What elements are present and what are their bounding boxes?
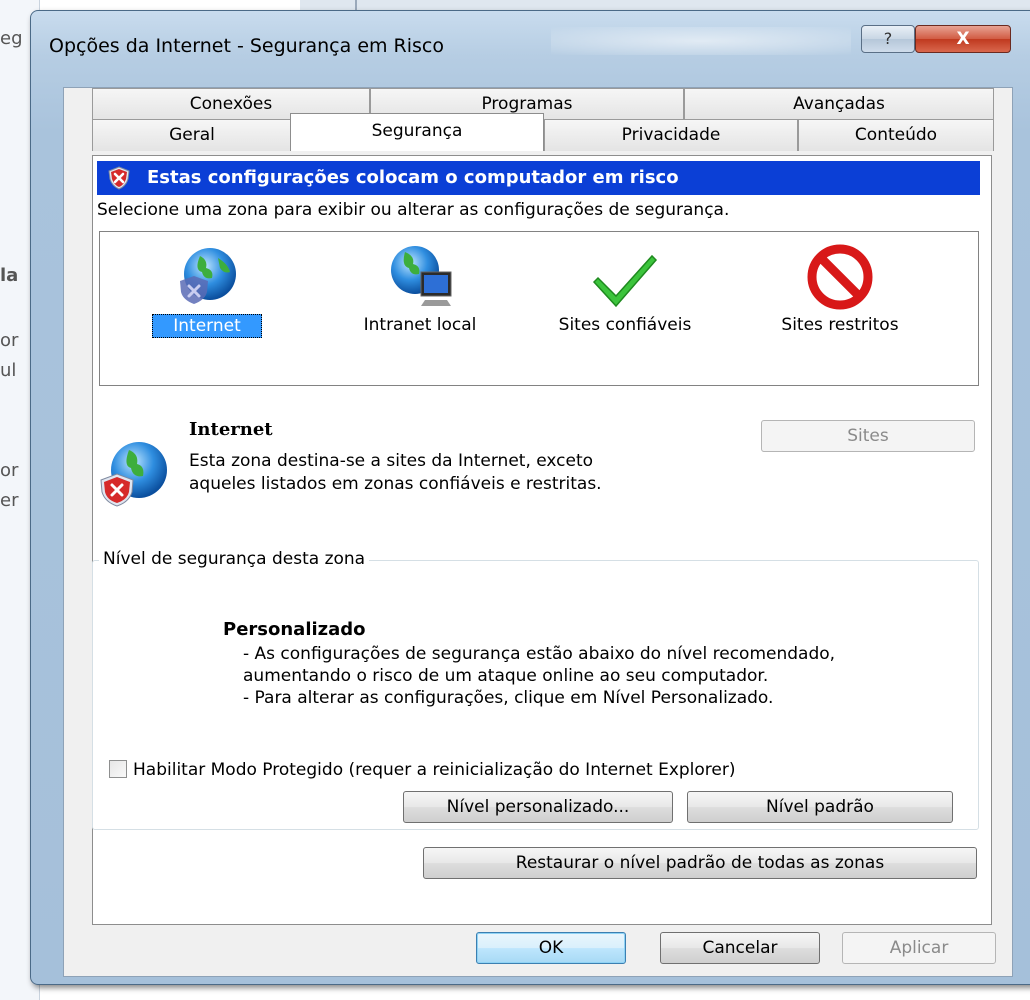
security-level-group: Nível de segurança desta zona Personaliz… [92,549,979,830]
zone-title: Internet [189,419,273,440]
checkmark-icon [590,242,660,312]
restore-all-zones-button[interactable]: Restaurar o nível padrão de todas as zon… [423,847,977,879]
security-level-desc-line: - Para alterar as configurações, clique … [243,688,774,708]
protected-mode-label: Habilitar Modo Protegido (requer a reini… [133,760,736,780]
background-text: la [0,265,19,286]
risk-warning-bar: Estas configurações colocam o computador… [97,161,980,195]
background-text: eg [0,28,23,49]
title-glow [551,27,851,55]
zone-label: Sites confiáveis [558,315,692,335]
background-text: or [0,460,19,481]
title-bar[interactable]: Opções da Internet - Segurança em Risco … [31,11,1030,71]
no-entry-icon [805,242,875,312]
security-level-name: Personalizado [223,619,366,640]
globe-shield-icon [172,242,242,312]
zone-label: Intranet local [363,315,477,335]
security-tab-panel: Estas configurações colocam o computador… [92,155,992,925]
zone-label: Sites restritos [781,315,899,335]
zone-sites-restritos[interactable]: Sites restritos [760,242,920,336]
security-level-description: - As configurações de segurança estão ab… [243,643,903,709]
default-level-button[interactable]: Nível padrão [687,791,953,823]
help-button[interactable]: ? [861,25,915,53]
globe-computer-icon [385,242,455,312]
tab-avancadas[interactable]: Avançadas [684,88,994,120]
background-text: or [0,330,19,351]
security-level-desc-line: - As configurações de segurança estão ab… [243,644,836,686]
select-zone-instruction: Selecione uma zona para exibir ou altera… [97,200,730,220]
zone-description: Esta zona destina-se a sites da Internet… [189,451,602,494]
security-level-legend: Nível de segurança desta zona [99,549,370,569]
tab-geral[interactable]: Geral [92,119,292,151]
protected-mode-checkbox[interactable] [109,760,127,778]
custom-level-button[interactable]: Nível personalizado... [403,791,673,823]
cancel-button[interactable]: Cancelar [660,932,820,964]
protected-mode-row[interactable]: Habilitar Modo Protegido (requer a reini… [109,760,736,780]
sites-button[interactable]: Sites [761,420,975,452]
internet-options-dialog: Opções da Internet - Segurança em Risco … [30,10,1030,985]
background-text: er [0,490,19,511]
window-title: Opções da Internet - Segurança em Risco [49,35,445,57]
dialog-client-area: Conexões Programas Avançadas Geral Segur… [63,87,1013,977]
close-button[interactable]: X [915,25,1011,53]
background-text: ul [0,360,17,381]
zone-list: Internet Intranet local Sites confiáveis… [99,231,979,386]
zone-sites-confiaveis[interactable]: Sites confiáveis [540,242,710,336]
zone-label: Internet [152,314,262,338]
tab-privacidade[interactable]: Privacidade [544,119,798,151]
zone-intranet-local[interactable]: Intranet local [340,242,500,336]
risk-warning-text: Estas configurações colocam o computador… [147,167,679,188]
internet-zone-icon [93,434,173,514]
zone-internet[interactable]: Internet [152,242,262,338]
apply-button[interactable]: Aplicar [842,932,996,964]
ok-button[interactable]: OK [476,932,626,964]
tab-seguranca[interactable]: Segurança [290,113,544,151]
tab-conteudo[interactable]: Conteúdo [798,119,994,151]
shield-x-icon [107,166,131,202]
